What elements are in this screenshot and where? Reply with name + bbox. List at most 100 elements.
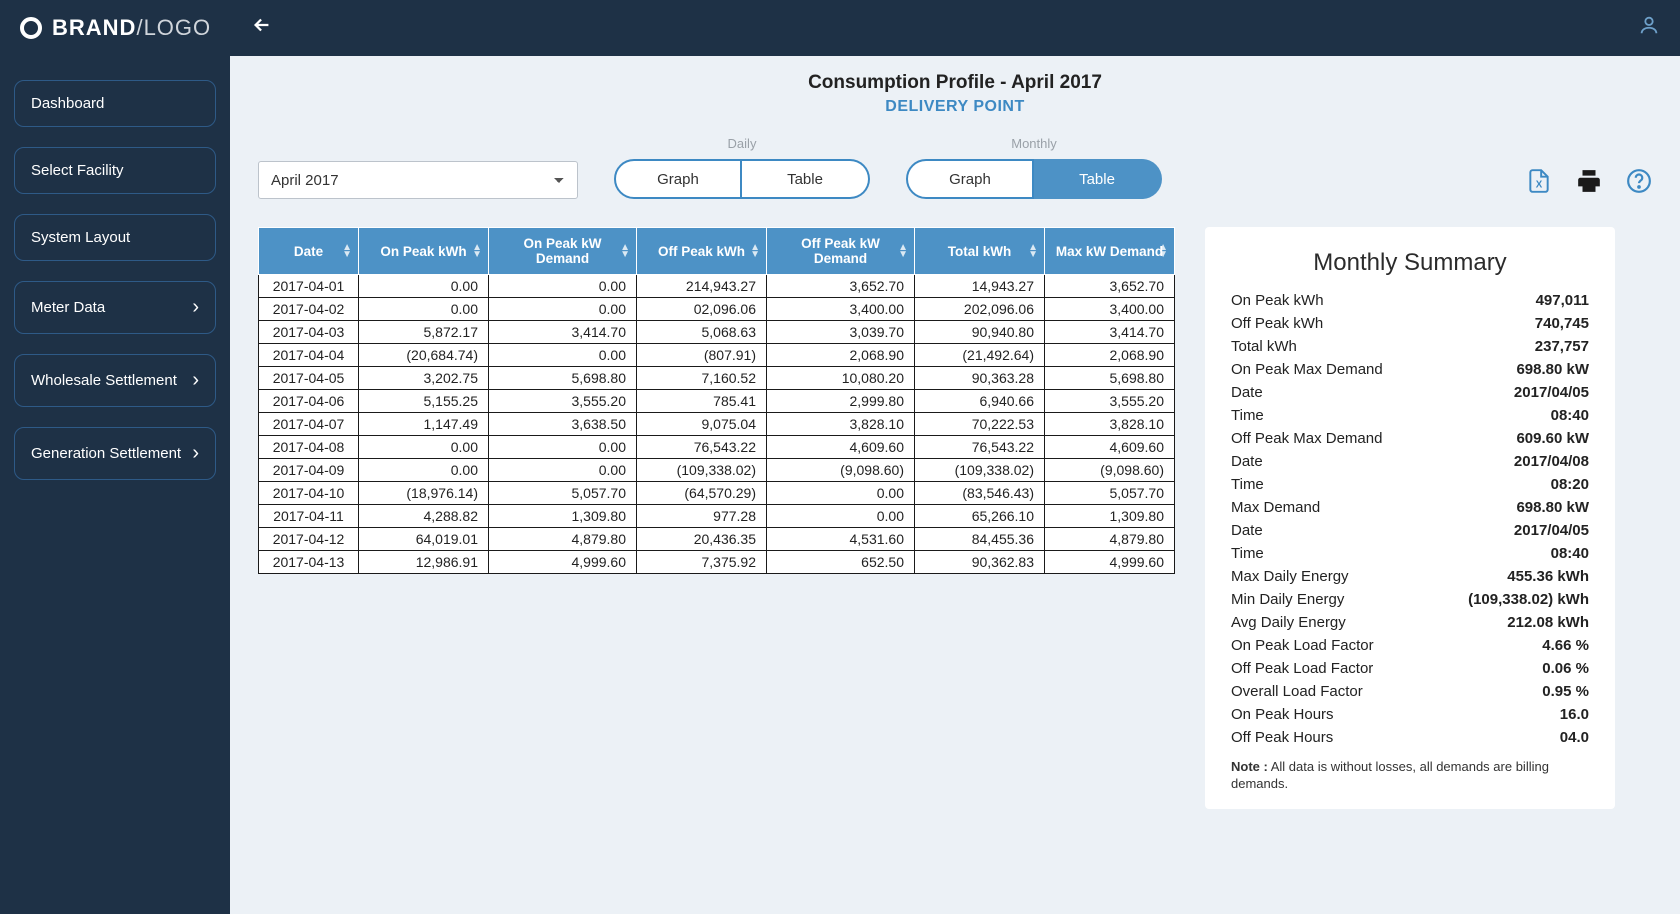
cell-value: 7,375.92 bbox=[637, 551, 767, 574]
cell-value: 652.50 bbox=[767, 551, 915, 574]
sidebar-item-system-layout[interactable]: System Layout bbox=[14, 214, 216, 261]
cell-value: 3,400.00 bbox=[767, 298, 915, 321]
cell-date: 2017-04-02 bbox=[259, 298, 359, 321]
cell-value: 0.00 bbox=[767, 505, 915, 528]
summary-row: Time08:40 bbox=[1231, 542, 1589, 565]
cell-date: 2017-04-11 bbox=[259, 505, 359, 528]
table-row: 2017-04-035,872.173,414.705,068.633,039.… bbox=[259, 321, 1175, 344]
cell-date: 2017-04-12 bbox=[259, 528, 359, 551]
monthly-toggle-group: Monthly Graph Table bbox=[906, 136, 1162, 199]
summary-value: 2017/04/08 bbox=[1514, 453, 1589, 470]
cell-value: 5,057.70 bbox=[1045, 482, 1175, 505]
cell-value: 3,414.70 bbox=[489, 321, 637, 344]
cell-value: 0.00 bbox=[359, 436, 489, 459]
cell-value: 4,879.80 bbox=[489, 528, 637, 551]
column-header[interactable]: Off Peak kW Demand▲▼ bbox=[767, 228, 915, 275]
cell-value: 7,160.52 bbox=[637, 367, 767, 390]
period-select[interactable]: April 2017 bbox=[258, 161, 578, 199]
summary-value: 08:40 bbox=[1551, 545, 1589, 562]
column-header[interactable]: Date▲▼ bbox=[259, 228, 359, 275]
cell-value: 0.00 bbox=[489, 298, 637, 321]
cell-value: 0.00 bbox=[767, 482, 915, 505]
cell-value: (807.91) bbox=[637, 344, 767, 367]
print-button[interactable] bbox=[1576, 168, 1602, 199]
printer-icon bbox=[1576, 168, 1602, 194]
cell-value: 0.00 bbox=[359, 275, 489, 298]
monthly-table-button[interactable]: Table bbox=[1034, 159, 1162, 199]
cell-value: 214,943.27 bbox=[637, 275, 767, 298]
summary-label: Max Demand bbox=[1231, 499, 1320, 516]
toolbar: April 2017 Daily Graph Table Monthly Gra… bbox=[258, 136, 1652, 199]
sort-icon: ▲▼ bbox=[898, 244, 908, 258]
cell-value: 0.00 bbox=[489, 344, 637, 367]
sidebar-item-generation-settlement[interactable]: Generation Settlement› bbox=[14, 427, 216, 480]
sort-icon: ▲▼ bbox=[1158, 244, 1168, 258]
export-excel-button[interactable]: X bbox=[1526, 168, 1552, 199]
summary-label: On Peak Max Demand bbox=[1231, 361, 1383, 378]
sidebar-item-dashboard[interactable]: Dashboard bbox=[14, 80, 216, 127]
summary-row: Date2017/04/05 bbox=[1231, 519, 1589, 542]
cell-value: 14,943.27 bbox=[915, 275, 1045, 298]
table-row: 2017-04-1264,019.014,879.8020,436.354,53… bbox=[259, 528, 1175, 551]
daily-table-button[interactable]: Table bbox=[742, 159, 870, 199]
column-header[interactable]: Off Peak kWh▲▼ bbox=[637, 228, 767, 275]
cell-value: 3,039.70 bbox=[767, 321, 915, 344]
cell-value: 3,555.20 bbox=[1045, 390, 1175, 413]
monthly-graph-button[interactable]: Graph bbox=[906, 159, 1034, 199]
sort-icon: ▲▼ bbox=[620, 244, 630, 258]
sidebar-item-select-facility[interactable]: Select Facility bbox=[14, 147, 216, 194]
cell-value: 12,986.91 bbox=[359, 551, 489, 574]
cell-value: 0.00 bbox=[489, 459, 637, 482]
cell-value: 4,999.60 bbox=[1045, 551, 1175, 574]
summary-value: 0.95 % bbox=[1542, 683, 1589, 700]
profile-button[interactable] bbox=[1638, 14, 1660, 42]
summary-label: Date bbox=[1231, 453, 1263, 470]
sidebar-item-wholesale-settlement[interactable]: Wholesale Settlement› bbox=[14, 354, 216, 407]
summary-label: Total kWh bbox=[1231, 338, 1297, 355]
cell-value: 90,362.83 bbox=[915, 551, 1045, 574]
cell-value: 6,940.66 bbox=[915, 390, 1045, 413]
sort-icon: ▲▼ bbox=[750, 244, 760, 258]
sidebar-item-label: Generation Settlement bbox=[31, 445, 181, 462]
table-row: 2017-04-10(18,976.14)5,057.70(64,570.29)… bbox=[259, 482, 1175, 505]
cell-value: 1,309.80 bbox=[489, 505, 637, 528]
sidebar-item-meter-data[interactable]: Meter Data› bbox=[14, 281, 216, 334]
cell-value: 1,147.49 bbox=[359, 413, 489, 436]
summary-row: On Peak Hours16.0 bbox=[1231, 703, 1589, 726]
summary-label: Max Daily Energy bbox=[1231, 568, 1349, 585]
cell-value: 10,080.20 bbox=[767, 367, 915, 390]
cell-date: 2017-04-07 bbox=[259, 413, 359, 436]
cell-value: 3,828.10 bbox=[767, 413, 915, 436]
cell-value: 3,555.20 bbox=[489, 390, 637, 413]
cell-value: 1,309.80 bbox=[1045, 505, 1175, 528]
daily-graph-button[interactable]: Graph bbox=[614, 159, 742, 199]
table-row: 2017-04-080.000.0076,543.224,609.6076,54… bbox=[259, 436, 1175, 459]
brand-primary: BRAND bbox=[52, 15, 136, 41]
summary-row: Off Peak Max Demand609.60 kW bbox=[1231, 427, 1589, 450]
summary-row: Max Daily Energy455.36 kWh bbox=[1231, 565, 1589, 588]
back-button[interactable] bbox=[251, 14, 273, 42]
summary-label: Off Peak Load Factor bbox=[1231, 660, 1373, 677]
cell-date: 2017-04-08 bbox=[259, 436, 359, 459]
cell-value: 3,202.75 bbox=[359, 367, 489, 390]
cell-value: (20,684.74) bbox=[359, 344, 489, 367]
summary-value: 237,757 bbox=[1535, 338, 1589, 355]
summary-title: Monthly Summary bbox=[1231, 249, 1589, 277]
summary-value: 497,011 bbox=[1536, 292, 1589, 309]
cell-date: 2017-04-03 bbox=[259, 321, 359, 344]
summary-note: Note : All data is without losses, all d… bbox=[1231, 759, 1589, 793]
cell-value: 0.00 bbox=[489, 436, 637, 459]
column-header[interactable]: On Peak kW Demand▲▼ bbox=[489, 228, 637, 275]
chevron-right-icon: › bbox=[192, 369, 199, 392]
column-header[interactable]: Total kWh▲▼ bbox=[915, 228, 1045, 275]
summary-value: 698.80 kW bbox=[1516, 499, 1589, 516]
column-header[interactable]: Max kW Demand▲▼ bbox=[1045, 228, 1175, 275]
cell-value: 2,068.90 bbox=[767, 344, 915, 367]
summary-row: Date2017/04/05 bbox=[1231, 381, 1589, 404]
column-header[interactable]: On Peak kWh▲▼ bbox=[359, 228, 489, 275]
cell-value: 4,999.60 bbox=[489, 551, 637, 574]
cell-value: 5,872.17 bbox=[359, 321, 489, 344]
cell-value: 0.00 bbox=[359, 298, 489, 321]
summary-row: Max Demand 698.80 kW bbox=[1231, 496, 1589, 519]
help-button[interactable] bbox=[1626, 168, 1652, 199]
